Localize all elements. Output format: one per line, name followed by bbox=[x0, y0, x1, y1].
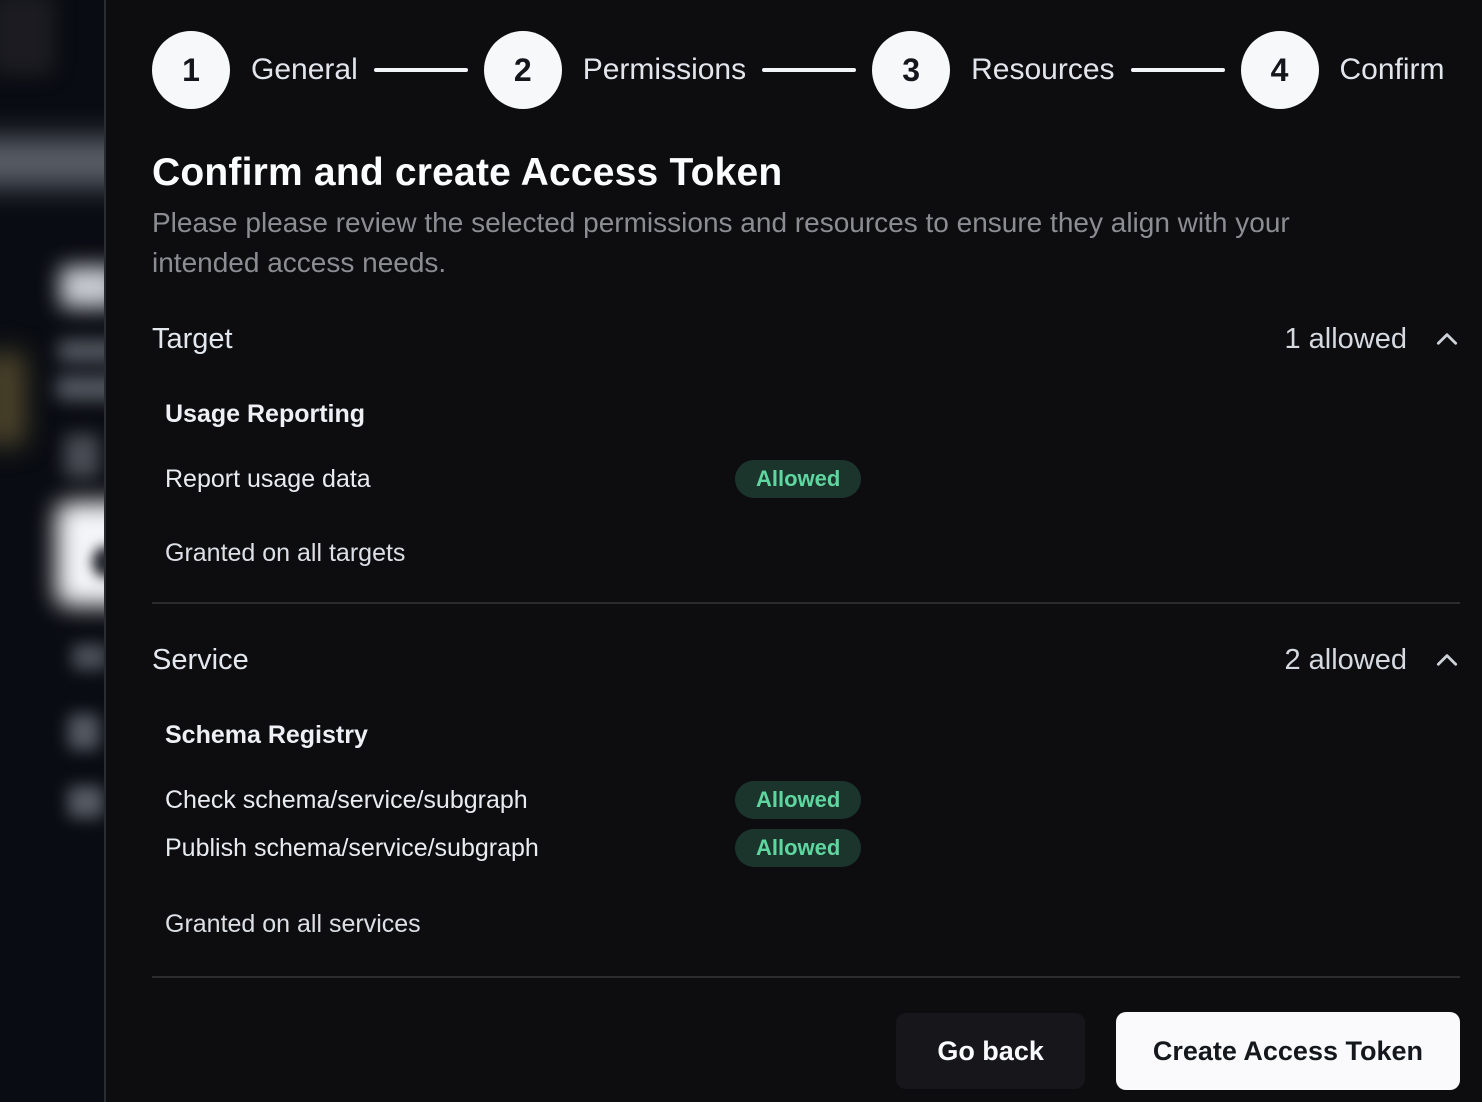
footer-divider bbox=[152, 976, 1460, 978]
step-label: Confirm bbox=[1340, 53, 1445, 87]
background-blur-shape bbox=[0, 138, 106, 186]
background-blur-shape bbox=[60, 266, 106, 308]
background-blur-shape bbox=[0, 352, 26, 446]
section-summary: 1 allowed bbox=[1284, 323, 1460, 356]
allowed-count: 2 allowed bbox=[1284, 644, 1407, 677]
allowed-badge: Allowed bbox=[735, 829, 861, 867]
go-back-button[interactable]: Go back bbox=[896, 1013, 1085, 1089]
service-footnote: Granted on all services bbox=[152, 910, 1460, 939]
step-label: Resources bbox=[971, 53, 1114, 87]
permission-row: Publish schema/service/subgraph Allowed bbox=[165, 828, 1460, 868]
target-section-header[interactable]: Target 1 allowed bbox=[152, 323, 1460, 356]
permission-label: Report usage data bbox=[165, 465, 735, 494]
create-access-token-modal: 1 General 2 Permissions 3 Resources 4 Co… bbox=[108, 0, 1482, 1102]
allowed-badge: Allowed bbox=[735, 781, 861, 819]
permission-group-heading: Schema Registry bbox=[165, 721, 1460, 750]
allowed-badge: Allowed bbox=[735, 460, 861, 498]
section-divider bbox=[152, 602, 1460, 604]
page-title: Confirm and create Access Token bbox=[152, 151, 1460, 195]
permission-label: Publish schema/service/subgraph bbox=[165, 834, 735, 863]
service-permission-group: Schema Registry Check schema/service/sub… bbox=[152, 721, 1460, 868]
background-sidebar-blurred bbox=[0, 0, 106, 1102]
step-label: Permissions bbox=[583, 53, 746, 87]
background-blur-shape bbox=[56, 376, 106, 400]
step-number-circle: 4 bbox=[1241, 31, 1319, 109]
modal-footer: Go back Create Access Token bbox=[152, 1012, 1460, 1090]
step-permissions[interactable]: 2 Permissions bbox=[484, 31, 746, 109]
step-connector-line bbox=[374, 68, 468, 72]
step-general[interactable]: 1 General bbox=[152, 31, 358, 109]
permission-label: Check schema/service/subgraph bbox=[165, 786, 735, 815]
target-permission-group: Usage Reporting Report usage data Allowe… bbox=[152, 400, 1460, 499]
service-section-header[interactable]: Service 2 allowed bbox=[152, 644, 1460, 677]
wizard-stepper: 1 General 2 Permissions 3 Resources 4 Co… bbox=[152, 31, 1460, 109]
step-number-circle: 2 bbox=[484, 31, 562, 109]
background-blur-shape bbox=[58, 340, 106, 362]
step-confirm[interactable]: 4 Confirm bbox=[1241, 31, 1445, 109]
permission-group-heading: Usage Reporting bbox=[165, 400, 1460, 429]
section-summary: 2 allowed bbox=[1284, 644, 1460, 677]
background-blur-shape bbox=[64, 434, 100, 478]
step-connector-line bbox=[762, 68, 856, 72]
allowed-count: 1 allowed bbox=[1284, 323, 1407, 356]
background-blur-shape bbox=[72, 644, 106, 670]
chevron-up-icon[interactable] bbox=[1434, 648, 1460, 674]
target-footnote: Granted on all targets bbox=[152, 539, 1460, 568]
step-connector-line bbox=[1131, 68, 1225, 72]
step-number-circle: 3 bbox=[872, 31, 950, 109]
section-title: Target bbox=[152, 323, 233, 356]
step-resources[interactable]: 3 Resources bbox=[872, 31, 1114, 109]
step-label: General bbox=[251, 53, 358, 87]
background-blur-shape bbox=[68, 714, 100, 750]
create-access-token-button[interactable]: Create Access Token bbox=[1116, 1012, 1460, 1090]
page-subtitle: Please please review the selected permis… bbox=[152, 203, 1382, 283]
permission-row: Report usage data Allowed bbox=[165, 459, 1460, 499]
background-blur-shape bbox=[68, 786, 104, 818]
permission-row: Check schema/service/subgraph Allowed bbox=[165, 780, 1460, 820]
section-title: Service bbox=[152, 644, 249, 677]
step-number-circle: 1 bbox=[152, 31, 230, 109]
chevron-up-icon[interactable] bbox=[1434, 327, 1460, 353]
background-blur-shape bbox=[0, 0, 56, 76]
